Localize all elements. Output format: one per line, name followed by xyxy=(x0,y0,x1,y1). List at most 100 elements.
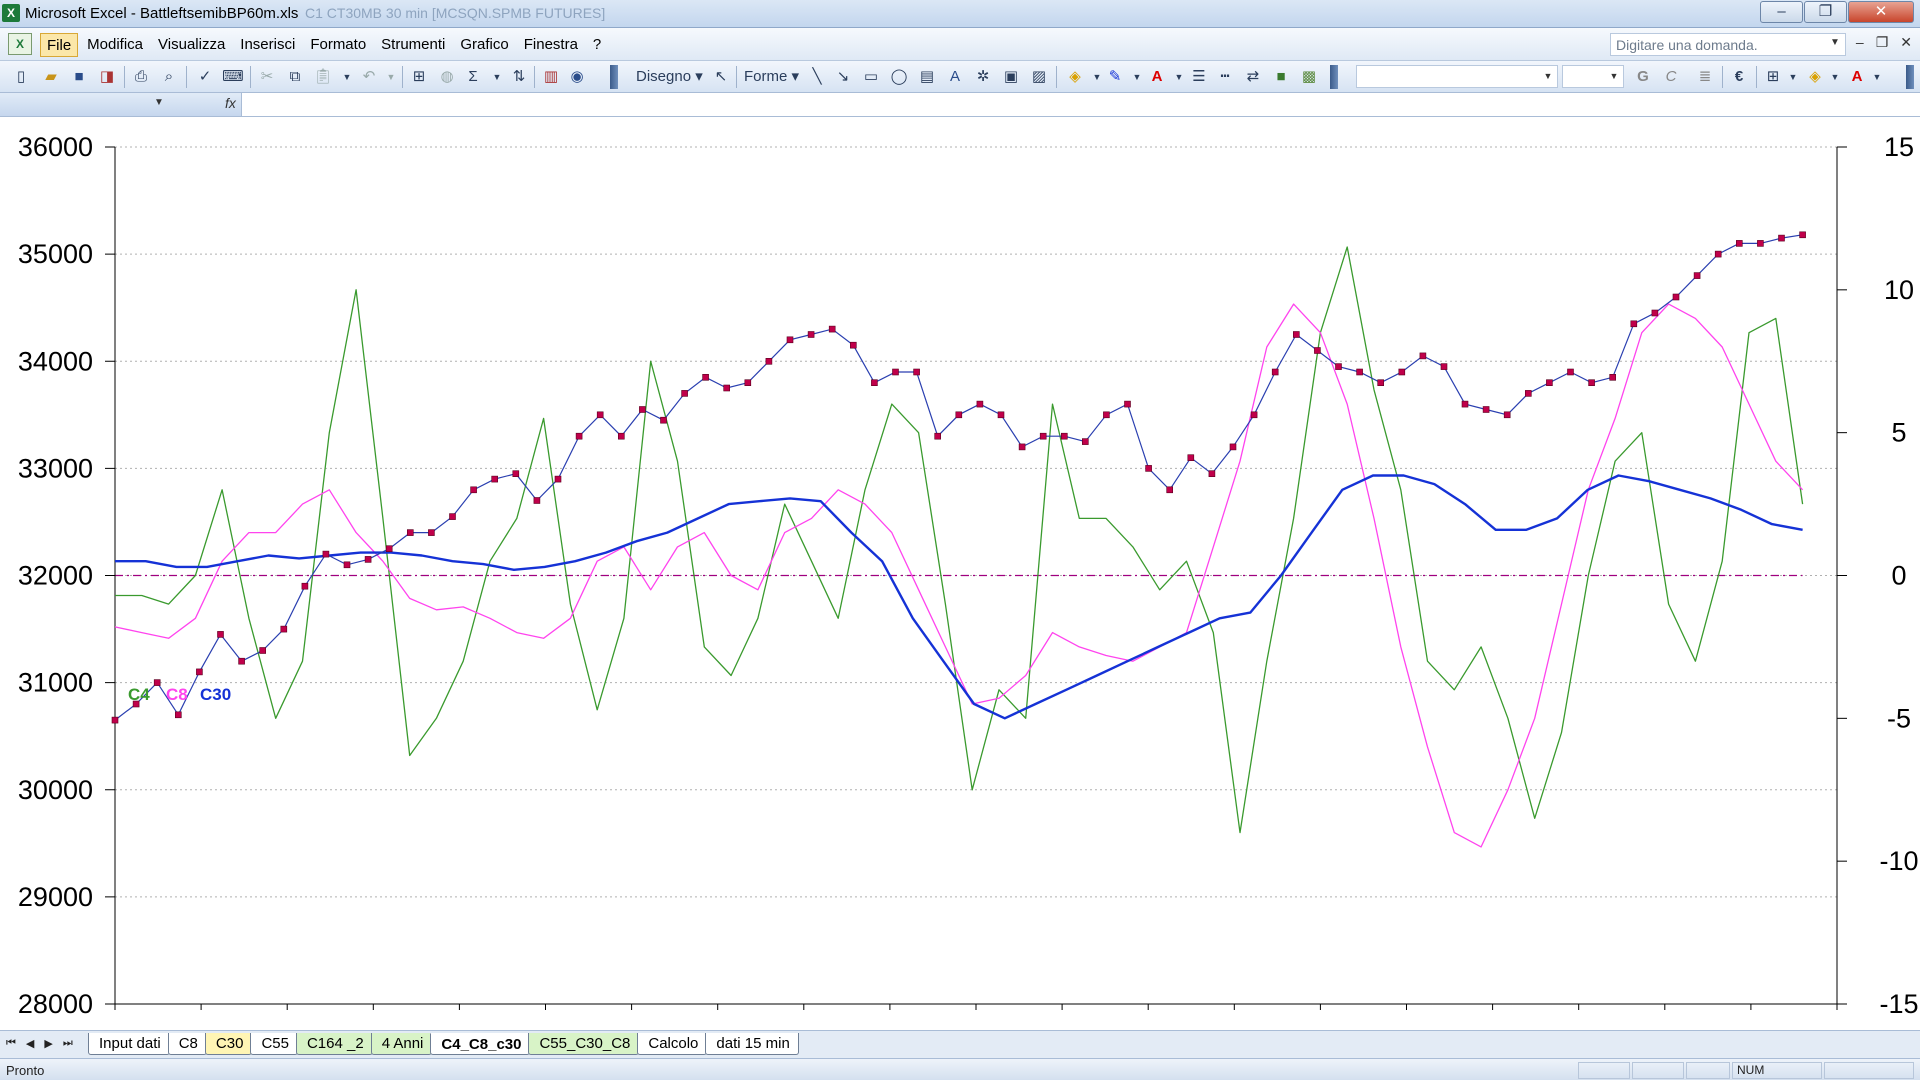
textbox-icon[interactable]: ▤ xyxy=(916,66,938,88)
chevron-down-icon[interactable]: ▼ xyxy=(1126,66,1148,88)
sheet-tab-c30[interactable]: C30 xyxy=(204,1033,253,1055)
chevron-down-icon[interactable]: ▼ xyxy=(1824,66,1846,88)
hyperlink-icon[interactable]: ⊞ xyxy=(408,66,430,88)
chevron-down-icon[interactable]: ▼ xyxy=(486,66,508,88)
menu-item-file[interactable]: File xyxy=(40,33,79,57)
maximize-icon[interactable]: ❐ xyxy=(1804,1,1847,23)
left-tick-label: 32000 xyxy=(18,561,93,591)
dash-style-icon[interactable]: ┅ xyxy=(1214,66,1236,88)
doc-minimize-icon[interactable]: – xyxy=(1856,34,1864,51)
doc-close-icon[interactable]: ✕ xyxy=(1900,34,1912,51)
spelling-icon[interactable]: ✓ xyxy=(194,66,216,88)
paste-icon[interactable]: 📋︎ xyxy=(312,66,334,88)
font-size-select[interactable]: ▼ xyxy=(1562,65,1624,88)
wordart-icon[interactable]: A xyxy=(944,66,966,88)
chevron-down-icon[interactable]: ▼ xyxy=(1168,66,1190,88)
arrow-style-icon[interactable]: ⇄ xyxy=(1242,66,1264,88)
chart-wizard-icon[interactable]: ▥ xyxy=(540,66,562,88)
menu-item-modifica[interactable]: Modifica xyxy=(81,33,149,57)
sheet-tab-c55-c30-c8[interactable]: C55_C30_C8 xyxy=(528,1033,640,1055)
menu-item-visualizza[interactable]: Visualizza xyxy=(152,33,231,57)
rectangle-icon[interactable]: ▭ xyxy=(860,66,882,88)
fill-color-icon[interactable]: ◈ xyxy=(1804,66,1826,88)
price-marker xyxy=(406,529,414,536)
sheet-tab-dati-15-min[interactable]: dati 15 min xyxy=(705,1033,799,1055)
currency-button[interactable]: € xyxy=(1728,66,1750,88)
close-icon[interactable]: ✕ xyxy=(1848,1,1914,23)
chevron-down-icon[interactable]: ▼ xyxy=(1830,37,1840,48)
function-icon[interactable]: fx xyxy=(225,95,236,111)
italic-button[interactable]: C xyxy=(1660,66,1682,88)
line-icon[interactable]: ╲ xyxy=(806,66,828,88)
chevron-down-icon[interactable]: ▼ xyxy=(1782,66,1804,88)
shadow-icon[interactable]: ■ xyxy=(1270,66,1292,88)
menu-item-inserisci[interactable]: Inserisci xyxy=(234,33,301,57)
left-tick-label: 36000 xyxy=(18,132,93,162)
sheet-tab-c8[interactable]: C8 xyxy=(167,1033,207,1055)
chevron-down-icon[interactable]: ▼ xyxy=(380,66,402,88)
copy-icon[interactable]: ⧉ xyxy=(284,66,306,88)
workbook-icon[interactable]: X xyxy=(8,33,32,55)
sheet-tab-calcolo[interactable]: Calcolo xyxy=(637,1033,708,1055)
chevron-down-icon[interactable]: ▼ xyxy=(154,97,164,108)
font-color-icon[interactable]: A xyxy=(1846,66,1868,88)
print-icon[interactable]: ⎙ xyxy=(130,66,152,88)
oval-icon[interactable]: ◯ xyxy=(888,66,910,88)
menu-item-strumenti[interactable]: Strumenti xyxy=(375,33,451,57)
sheet-tab-4-anni[interactable]: 4 Anni xyxy=(370,1033,433,1055)
pointer-icon[interactable]: ↖ xyxy=(710,66,732,88)
font-color-icon[interactable]: A xyxy=(1146,66,1168,88)
sheet-tab-c55[interactable]: C55 xyxy=(250,1033,298,1055)
align-icon[interactable]: ≣ xyxy=(1694,66,1716,88)
clipart-icon[interactable]: ▣ xyxy=(1000,66,1022,88)
menu-item-formato[interactable]: Formato xyxy=(304,33,372,57)
sheet-tab-c164-2[interactable]: C164 _2 xyxy=(295,1033,373,1055)
chevron-down-icon[interactable]: ▼ xyxy=(336,66,358,88)
forme-button[interactable]: Forme ▾ xyxy=(744,66,799,88)
menu-item-help[interactable]: ? xyxy=(587,33,607,57)
help-icon[interactable]: ◉ xyxy=(566,66,588,88)
new-file-icon[interactable]: ▯ xyxy=(10,66,32,88)
fill-color-icon[interactable]: ◈ xyxy=(1064,66,1086,88)
disegno-button[interactable]: Disegno ▾ xyxy=(636,66,703,88)
bold-button[interactable]: G xyxy=(1632,66,1654,88)
chevron-down-icon[interactable]: ▼ xyxy=(1866,66,1888,88)
next-sheet-icon[interactable]: ▶ xyxy=(44,1037,52,1050)
last-sheet-icon[interactable]: ⏭ xyxy=(63,1037,73,1050)
cut-icon[interactable]: ✂ xyxy=(256,66,278,88)
sheet-tab-input-dati[interactable]: Input dati xyxy=(88,1033,170,1055)
picture-icon[interactable]: ▨ xyxy=(1028,66,1050,88)
excel-app-icon[interactable]: X xyxy=(2,4,20,22)
save-icon[interactable]: ■ xyxy=(68,66,90,88)
open-folder-icon[interactable]: ▰ xyxy=(40,66,62,88)
undo-icon[interactable]: ↶ xyxy=(358,66,380,88)
price-marker xyxy=(1271,368,1279,376)
minimize-icon[interactable]: – xyxy=(1760,1,1803,23)
line-style-icon[interactable]: ☰ xyxy=(1188,66,1210,88)
tab-navigation: ⏮ ◀ ▶ ⏭ xyxy=(6,1037,83,1050)
research-icon[interactable]: ⌨ xyxy=(222,66,244,88)
arrow-icon[interactable]: ↘ xyxy=(832,66,854,88)
price-marker xyxy=(660,416,667,424)
price-marker xyxy=(617,432,625,440)
diagram-icon[interactable]: ✲ xyxy=(972,66,994,88)
help-search-input[interactable]: Digitare una domanda. xyxy=(1610,33,1846,56)
doc-restore-icon[interactable]: ❐ xyxy=(1876,34,1889,51)
menu-item-finestra[interactable]: Finestra xyxy=(518,33,584,57)
web-icon[interactable]: ◍ xyxy=(436,66,458,88)
chart-sheet[interactable]: 36000 35000 34000 33000 32000 31000 30000 29000… xyxy=(0,117,1920,1030)
borders-icon[interactable]: ⊞ xyxy=(1762,66,1784,88)
first-sheet-icon[interactable]: ⏮ xyxy=(6,1037,16,1050)
name-box[interactable] xyxy=(0,93,242,116)
sheet-tab-c4-c8-c30[interactable]: C4_C8_c30 xyxy=(430,1033,531,1055)
prev-sheet-icon[interactable]: ◀ xyxy=(26,1037,34,1050)
line-color-icon[interactable]: ✎ xyxy=(1104,66,1126,88)
line-chart[interactable]: 36000 35000 34000 33000 32000 31000 30000 29000… xyxy=(0,117,1920,1030)
print-preview-icon[interactable]: ⌕ xyxy=(158,66,180,88)
sort-icon[interactable]: ⇅ xyxy=(508,66,530,88)
autosum-icon[interactable]: Σ xyxy=(462,66,484,88)
3d-icon[interactable]: ▩ xyxy=(1298,66,1320,88)
font-name-select[interactable]: ▼ xyxy=(1356,65,1558,88)
permission-icon[interactable]: ◨ xyxy=(96,66,118,88)
menu-item-grafico[interactable]: Grafico xyxy=(454,33,514,57)
